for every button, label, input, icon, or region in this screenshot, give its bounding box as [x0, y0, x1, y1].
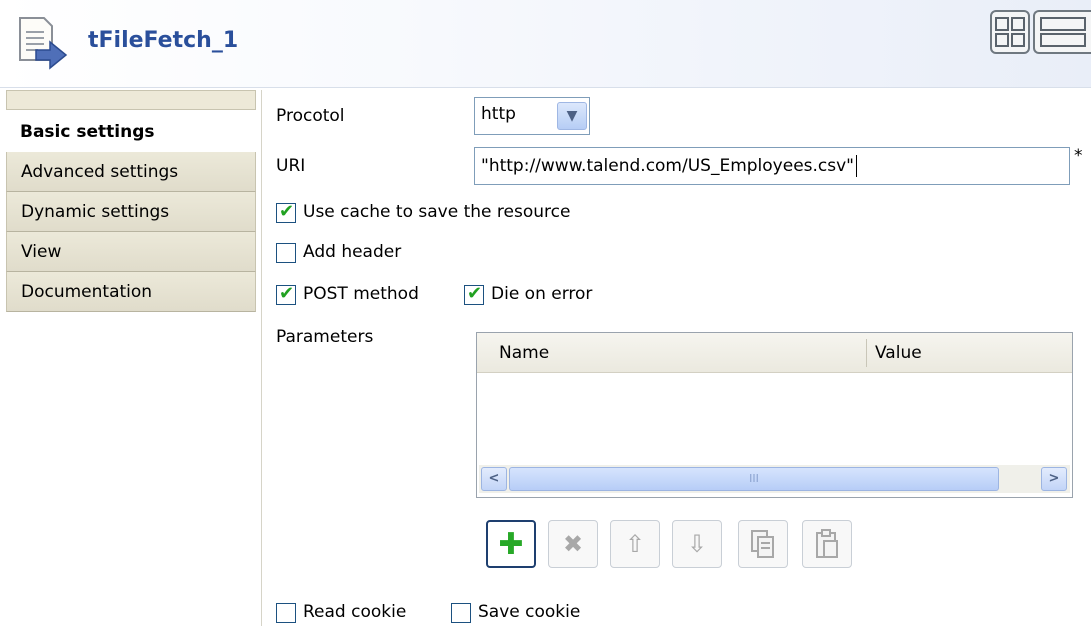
sidebar-item-view[interactable]: View [6, 232, 256, 272]
die-on-error-checkbox[interactable]: ✔ [464, 283, 484, 305]
checkmark-icon: ✔ [279, 201, 295, 222]
parameters-label: Parameters [276, 327, 374, 347]
checkmark-icon: ✔ [279, 283, 295, 304]
move-up-icon: ⇧ [624, 530, 646, 558]
protocol-label: Procotol [276, 106, 345, 126]
sidebar-top-tab [6, 90, 256, 110]
delete-icon: ✖ [562, 530, 584, 558]
sidebar-item-dynamic-settings[interactable]: Dynamic settings [6, 192, 256, 232]
column-divider [866, 339, 867, 367]
sidebar-item-documentation[interactable]: Documentation [6, 272, 256, 312]
file-fetch-icon [19, 17, 68, 70]
add-icon: ✚ [498, 527, 524, 562]
remove-row-button[interactable]: ✖ [548, 520, 598, 568]
chevron-down-icon[interactable]: ▼ [557, 102, 587, 130]
post-method-label: POST method [303, 284, 419, 304]
settings-sidebar: Basic settings Advanced settings Dynamic… [0, 90, 262, 626]
use-cache-label: Use cache to save the resource [303, 202, 571, 222]
uri-input[interactable]: "http://www.talend.com/US_Employees.csv" [474, 147, 1070, 185]
uri-value: "http://www.talend.com/US_Employees.csv" [481, 156, 854, 176]
read-cookie-label: Read cookie [303, 602, 407, 622]
checkmark-icon: ✔ [467, 283, 483, 304]
read-cookie-checkbox[interactable] [276, 603, 296, 623]
table-header: Name Value [477, 333, 1072, 373]
move-up-button[interactable]: ⇧ [610, 520, 660, 568]
scroll-right-icon[interactable]: > [1041, 467, 1067, 491]
paste-icon [816, 529, 838, 558]
column-header-name[interactable]: Name [499, 343, 549, 363]
copy-button[interactable] [738, 520, 788, 568]
protocol-select[interactable]: http ▼ [474, 97, 590, 135]
paste-button[interactable] [802, 520, 852, 568]
save-cookie-checkbox[interactable] [451, 603, 471, 623]
add-row-button[interactable]: ✚ [486, 520, 536, 568]
use-cache-checkbox[interactable]: ✔ [276, 201, 296, 223]
scroll-thumb[interactable]: III [509, 467, 999, 491]
component-header: tFileFetch_1 [0, 0, 1091, 88]
post-method-checkbox[interactable]: ✔ [276, 283, 296, 305]
move-down-icon: ⇩ [686, 530, 708, 558]
grid-view-icon [995, 17, 1025, 47]
list-view-icon [1040, 17, 1086, 47]
required-marker: * [1074, 146, 1083, 166]
scroll-left-icon[interactable]: < [481, 467, 507, 491]
parameters-table[interactable]: Name Value < III > [476, 332, 1073, 498]
sidebar-item-advanced-settings[interactable]: Advanced settings [6, 152, 256, 192]
sidebar-item-basic-settings[interactable]: Basic settings [6, 112, 256, 152]
add-header-checkbox[interactable] [276, 243, 296, 263]
add-header-label: Add header [303, 242, 402, 262]
column-header-value[interactable]: Value [875, 343, 922, 363]
copy-icon [751, 530, 774, 558]
move-down-button[interactable]: ⇩ [672, 520, 722, 568]
uri-label: URI [276, 156, 306, 176]
save-cookie-label: Save cookie [478, 602, 581, 622]
text-caret [856, 155, 857, 177]
protocol-value: http [481, 104, 516, 124]
horizontal-scrollbar[interactable]: < III > [479, 465, 1070, 493]
die-on-error-label: Die on error [491, 284, 593, 304]
grid-view-button[interactable] [990, 10, 1030, 54]
component-title: tFileFetch_1 [88, 28, 239, 53]
list-view-button[interactable] [1033, 10, 1091, 54]
